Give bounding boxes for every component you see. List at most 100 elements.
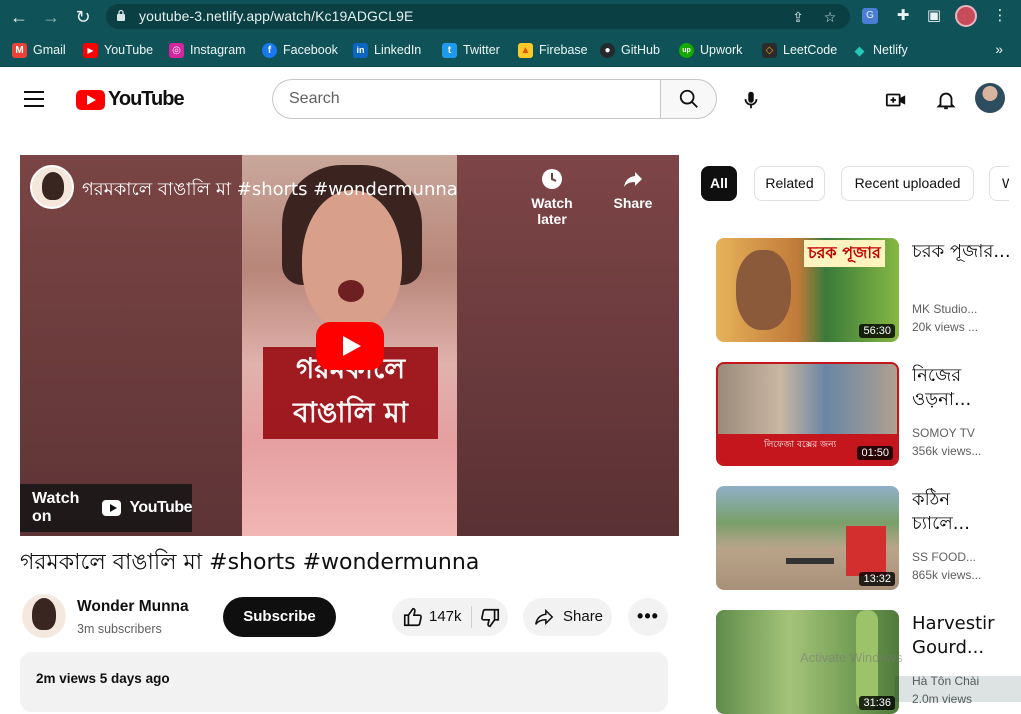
recommendation-views: 865k views... bbox=[912, 568, 982, 582]
player-channel-avatar[interactable] bbox=[30, 165, 74, 209]
recommendation-channel[interactable]: MK Studio... bbox=[912, 302, 977, 316]
bookmark-firebase[interactable]: ▲ Firebase bbox=[518, 41, 588, 59]
translate-extension-icon[interactable]: G bbox=[862, 8, 878, 24]
bookmark-star-icon[interactable]: ☆ bbox=[822, 9, 838, 25]
recommendation-channel[interactable]: SS FOOD... bbox=[912, 550, 976, 564]
bookmark-label: LinkedIn bbox=[374, 43, 422, 57]
description-box[interactable]: 2m views 5 days ago bbox=[20, 652, 668, 712]
chip-related[interactable]: Related bbox=[754, 166, 825, 201]
search-input[interactable]: Search bbox=[272, 79, 661, 119]
thumbs-down-icon[interactable] bbox=[479, 607, 501, 629]
back-arrow-icon[interactable]: ← bbox=[8, 6, 30, 28]
bookmark-gmail[interactable]: M Gmail bbox=[12, 41, 66, 59]
gmail-icon: M bbox=[12, 42, 27, 58]
create-video-icon[interactable] bbox=[885, 89, 907, 111]
address-bar[interactable]: youtube-3.netlify.app/watch/Kc19ADGCL9E … bbox=[106, 4, 850, 29]
bookmarks-overflow-icon[interactable]: » bbox=[995, 41, 1003, 57]
bookmark-youtube[interactable]: ▶ YouTube bbox=[83, 41, 153, 59]
like-count[interactable]: 147k bbox=[429, 608, 462, 625]
upwork-icon: up bbox=[679, 42, 694, 58]
bookmark-linkedin[interactable]: in LinkedIn bbox=[353, 41, 421, 59]
recommendation-title[interactable]: নিজের ওড়না... bbox=[912, 364, 1012, 412]
bookmark-label: YouTube bbox=[104, 43, 154, 57]
bookmark-instagram[interactable]: ◎ Instagram bbox=[169, 41, 246, 59]
share-label: Share bbox=[613, 195, 653, 211]
instagram-icon: ◎ bbox=[169, 42, 184, 58]
recommendation-item[interactable]: 13:32 কঠিন চ্যালে... SS FOOD... 865k vie… bbox=[716, 486, 1016, 590]
thumb-text: লিফেজা বক্সের জন্য bbox=[764, 440, 837, 450]
thumbs-up-icon[interactable] bbox=[402, 606, 424, 628]
system-tray bbox=[895, 676, 1021, 702]
share-arrow-icon bbox=[624, 172, 642, 187]
bookmark-facebook[interactable]: f Facebook bbox=[262, 41, 338, 59]
bookmark-upwork[interactable]: up Upwork bbox=[679, 41, 742, 59]
recommendation-title[interactable]: চরক পূজার... bbox=[912, 240, 1012, 264]
share-button[interactable]: Share bbox=[523, 598, 612, 636]
side-panel-icon[interactable]: ▣ bbox=[924, 6, 944, 26]
netlify-icon: ◆ bbox=[854, 42, 865, 58]
chip-overflow[interactable]: W bbox=[989, 166, 1009, 201]
thumb-subject-face bbox=[736, 250, 791, 330]
recommendation-thumbnail[interactable]: চরক পূজার 56:30 bbox=[716, 238, 899, 342]
channel-avatar[interactable] bbox=[22, 594, 66, 638]
browser-menu-icon[interactable]: ⋮ bbox=[990, 6, 1010, 26]
player-overlay-title[interactable]: গরমকালে বাঙালি মা #shorts #wondermunna bbox=[82, 175, 458, 206]
search-button[interactable] bbox=[660, 79, 717, 119]
filter-chips: All Related Recent uploaded W bbox=[701, 166, 1009, 202]
video-duration: 56:30 bbox=[859, 324, 895, 338]
recommendation-item[interactable]: লিফেজা বক্সের জন্য 01:50 নিজের ওড়না... … bbox=[716, 362, 1016, 466]
youtube-play-logo-icon bbox=[76, 89, 105, 110]
user-avatar[interactable] bbox=[975, 83, 1005, 113]
bookmark-github[interactable]: ● GitHub bbox=[600, 41, 660, 59]
recommendation-item[interactable]: চরক পূজার 56:30 চরক পূজার... MK Studio..… bbox=[716, 238, 1016, 342]
thumbnail-subject-face bbox=[302, 190, 402, 330]
watch-later-button[interactable]: Watch later bbox=[516, 167, 588, 227]
thumb-red-crate bbox=[846, 526, 886, 576]
watch-on-brand: YouTube bbox=[129, 499, 192, 516]
channel-name[interactable]: Wonder Munna bbox=[77, 598, 189, 616]
video-player[interactable]: গরমকালে বাঙালি মা গরমকালে বাঙালি মা #sho… bbox=[20, 155, 679, 536]
url-text: youtube-3.netlify.app/watch/Kc19ADGCL9E bbox=[139, 8, 414, 24]
share-icon bbox=[535, 608, 554, 626]
leetcode-icon: ◇ bbox=[762, 42, 777, 58]
chip-all[interactable]: All bbox=[701, 166, 737, 201]
bookmark-leetcode[interactable]: ◇ LeetCode bbox=[762, 41, 837, 59]
forward-arrow-icon[interactable]: → bbox=[40, 6, 62, 28]
recommendation-channel[interactable]: SOMOY TV bbox=[912, 426, 975, 440]
extensions-puzzle-icon[interactable]: ✚ bbox=[893, 6, 913, 26]
youtube-logo[interactable]: YouTube bbox=[76, 88, 185, 111]
play-button[interactable] bbox=[316, 322, 384, 370]
recommendation-views: 356k views... bbox=[912, 444, 982, 458]
watch-on-youtube-button[interactable]: Watch on YouTube bbox=[20, 484, 192, 532]
video-duration: 13:32 bbox=[859, 572, 895, 586]
bookmark-label: Upwork bbox=[700, 43, 743, 57]
share-page-icon[interactable]: ⇪ bbox=[790, 9, 806, 25]
subscribe-button[interactable]: Subscribe bbox=[223, 597, 336, 637]
browser-profile-avatar[interactable] bbox=[955, 5, 977, 27]
bookmark-label: Gmail bbox=[33, 43, 66, 57]
more-actions-button[interactable]: ••• bbox=[628, 598, 668, 636]
recommendation-thumbnail[interactable]: 13:32 bbox=[716, 486, 899, 590]
recommendation-title[interactable]: কঠিন চ্যালে... bbox=[912, 488, 1012, 536]
player-blur-left bbox=[20, 155, 242, 536]
recommendation-title[interactable]: Harvestir Gourd... bbox=[912, 612, 1012, 660]
notifications-bell-icon[interactable] bbox=[935, 89, 957, 111]
youtube-icon: ▶ bbox=[83, 42, 98, 58]
bookmark-label: Netlify bbox=[873, 43, 908, 57]
like-divider bbox=[471, 606, 472, 628]
recommendation-thumbnail[interactable]: লিফেজা বক্সের জন্য 01:50 bbox=[716, 362, 899, 466]
menu-hamburger-icon[interactable] bbox=[24, 91, 44, 107]
bookmark-label: Instagram bbox=[190, 43, 246, 57]
bookmark-twitter[interactable]: t Twitter bbox=[442, 41, 500, 59]
twitter-icon: t bbox=[442, 42, 457, 58]
site-header: YouTube Search bbox=[0, 67, 1021, 131]
bookmark-label: LeetCode bbox=[783, 43, 838, 57]
linkedin-icon: in bbox=[353, 42, 368, 58]
chip-recent-uploaded[interactable]: Recent uploaded bbox=[841, 166, 974, 201]
share-button-label: Share bbox=[563, 608, 604, 625]
microphone-icon[interactable] bbox=[740, 89, 762, 111]
player-share-button[interactable]: Share bbox=[597, 167, 669, 211]
like-dislike-group: 147k bbox=[392, 598, 508, 636]
bookmark-netlify[interactable]: ◆ Netlify bbox=[852, 41, 908, 59]
reload-icon[interactable]: ↻ bbox=[72, 6, 94, 28]
